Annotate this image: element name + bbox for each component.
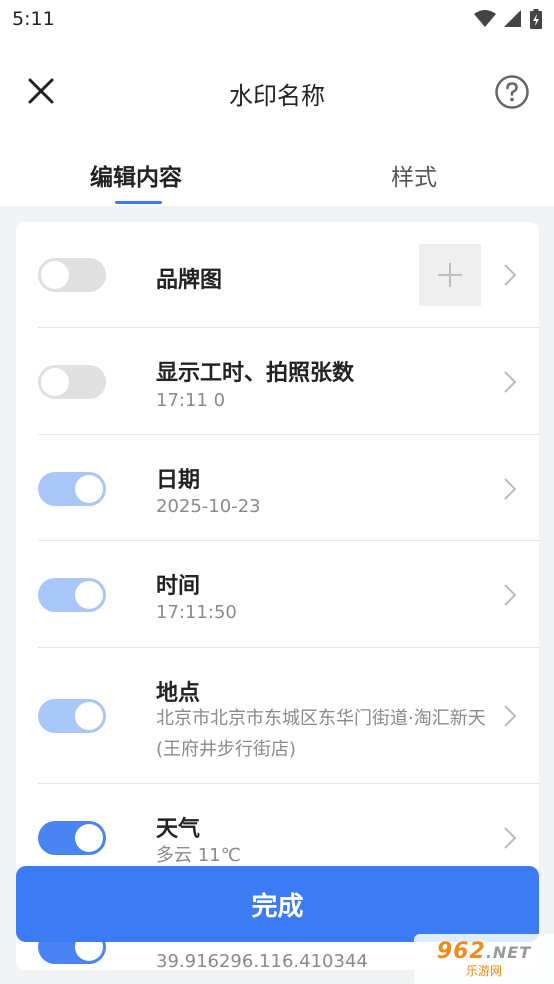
toggle-knob (75, 581, 103, 609)
chevron-right-icon (504, 827, 517, 849)
row-date[interactable]: 日期 2025-10-23 (16, 435, 539, 541)
page-title: 水印名称 (229, 82, 325, 110)
tab-indicator (115, 201, 162, 204)
add-image-button[interactable] (419, 244, 481, 306)
toggle-knob (75, 702, 103, 730)
row-title: 品牌图 (156, 268, 223, 293)
chevron-right-icon (504, 705, 517, 727)
row-title: 日期 (156, 468, 201, 493)
toggle-knob (75, 824, 103, 852)
toggle-switch[interactable] (38, 365, 106, 399)
done-button[interactable]: 完成 (16, 866, 539, 942)
tab-bar: 编辑内容 样式 (0, 148, 554, 206)
row-subtitle: 北京市北京市东城区东华门街道·淘汇新天(王府井步行街店) (156, 708, 486, 760)
chevron-right-icon (504, 264, 517, 286)
header-bar: 水印名称 (0, 52, 554, 132)
status-time: 5:11 (12, 8, 55, 30)
row-brand-image[interactable]: 品牌图 (16, 222, 539, 328)
row-title: 天气 (156, 817, 201, 842)
watermark-logo-number: 962 (436, 939, 486, 964)
cellular-signal-icon (504, 10, 521, 27)
row-time[interactable]: 时间 17:11:50 (16, 541, 539, 648)
row-work-hours[interactable]: 显示工时、拍照张数 17:11 0 (16, 328, 539, 435)
toggle-switch[interactable] (38, 578, 106, 612)
row-subtitle: 17:11 0 (156, 390, 226, 411)
toggle-knob (41, 368, 69, 396)
toggle-switch[interactable] (38, 821, 106, 855)
tab-edit-content[interactable]: 编辑内容 (90, 158, 182, 192)
status-icons (474, 9, 542, 29)
help-icon[interactable] (494, 74, 530, 110)
settings-card: 品牌图 显示工时、拍照张数 17:11 0 日期 2025-10-23 时间 1… (16, 222, 539, 970)
battery-icon (530, 9, 542, 29)
row-title: 时间 (156, 574, 201, 599)
wifi-icon (474, 10, 496, 27)
row-location[interactable]: 地点 北京市北京市东城区东华门街道·淘汇新天(王府井步行街店) (16, 648, 539, 784)
watermark-logo: 962.NET (437, 939, 531, 964)
watermark-site-name: 乐游网 (465, 964, 502, 978)
toggle-switch[interactable] (38, 472, 106, 506)
status-bar: 5:11 (0, 0, 554, 38)
tab-style[interactable]: 样式 (391, 158, 437, 192)
toggle-switch[interactable] (38, 699, 106, 733)
chevron-right-icon (504, 584, 517, 606)
row-subtitle: 2025-10-23 (156, 496, 261, 517)
toggle-knob (75, 475, 103, 503)
chevron-right-icon (504, 371, 517, 393)
watermark-logo-suffix: .NET (485, 943, 532, 962)
plus-icon (438, 263, 462, 287)
toggle-switch[interactable] (38, 258, 106, 292)
toggle-knob (41, 261, 69, 289)
row-subtitle: 17:11:50 (156, 602, 237, 623)
row-title: 显示工时、拍照张数 (156, 361, 355, 386)
site-watermark: 962.NET 乐游网 (414, 934, 554, 984)
chevron-right-icon (504, 478, 517, 500)
